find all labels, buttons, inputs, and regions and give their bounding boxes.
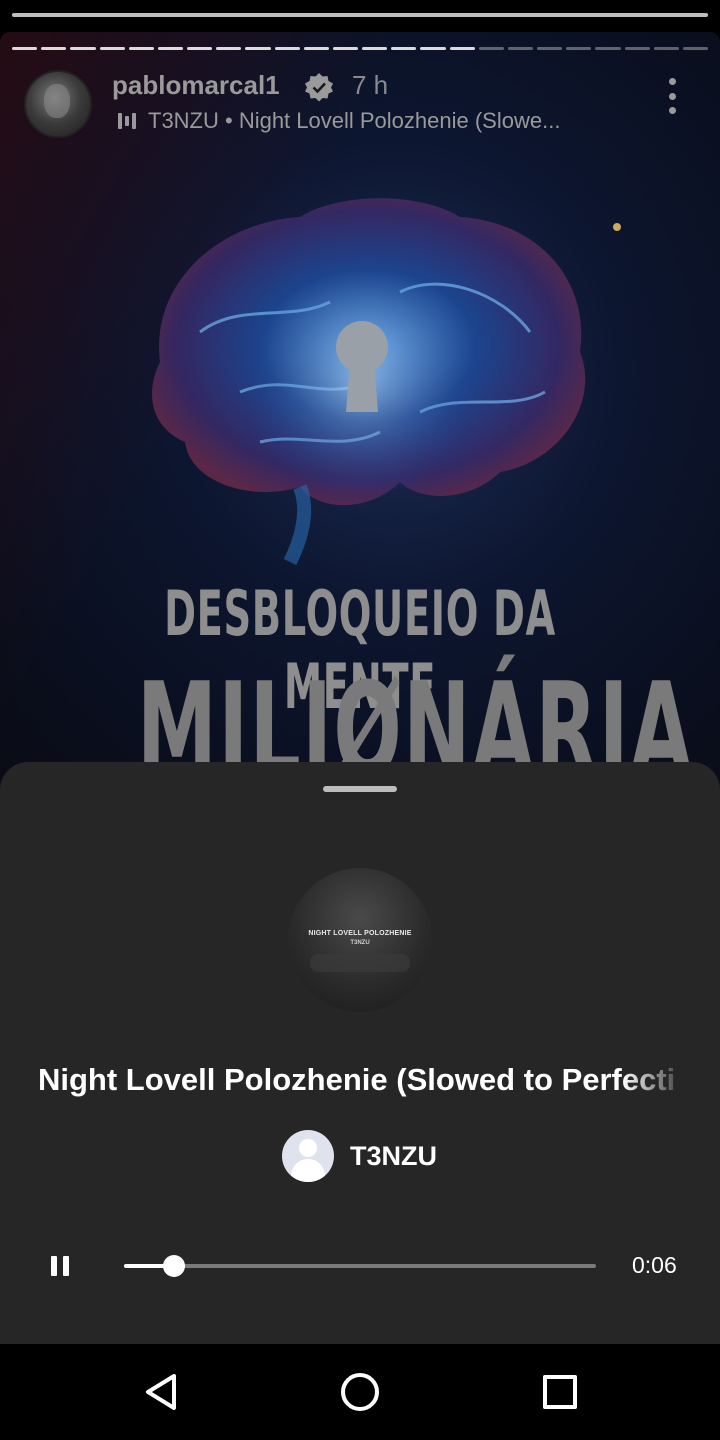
home-icon[interactable] [341, 1373, 379, 1411]
music-bottom-sheet: NIGHT LOVELL POLOZHENIE T3NZU Night Love… [0, 762, 720, 1344]
back-icon[interactable] [142, 1372, 182, 1412]
artist-avatar-icon [282, 1130, 334, 1182]
story-segment [537, 47, 563, 50]
artist-row[interactable]: T3NZU [282, 1130, 437, 1182]
track-title: Night Lovell Polozhenie (Slowed to Perfe… [38, 1062, 676, 1097]
story-segment [653, 47, 679, 50]
album-cover: NIGHT LOVELL POLOZHENIE T3NZU [288, 868, 432, 1012]
profile-avatar[interactable] [24, 70, 92, 138]
story-segment [157, 47, 184, 50]
story-segment [41, 47, 67, 50]
progress-thumb[interactable] [162, 1255, 185, 1277]
username[interactable]: pablomarcal1 [112, 70, 280, 101]
verified-icon [305, 73, 333, 102]
story-segment [128, 47, 154, 50]
story-time: 7 h [352, 70, 389, 100]
more-options-icon[interactable] [662, 78, 682, 114]
story-segment [449, 47, 475, 50]
story-segment [332, 47, 359, 50]
top-progress-line [12, 13, 708, 17]
story-segments [12, 47, 709, 50]
story-segment [12, 47, 38, 50]
story-segment [624, 47, 650, 50]
progress-slider[interactable] [124, 1255, 596, 1277]
story-segment [391, 47, 417, 50]
elapsed-time: 0:06 [632, 1252, 677, 1278]
story-segment [303, 47, 329, 50]
cover-title-text: NIGHT LOVELL POLOZHENIE [308, 930, 412, 937]
story-segment [362, 47, 388, 50]
story-segment [245, 47, 271, 50]
story-segment [187, 47, 213, 50]
story-segment [682, 47, 709, 50]
story-segment [70, 47, 96, 50]
story-segment [566, 47, 592, 50]
story-segment [478, 47, 504, 50]
system-nav-bar [0, 1344, 720, 1440]
story-segment [507, 47, 534, 50]
story-segment [99, 47, 125, 50]
playback-controls: 0:06 [0, 1240, 720, 1292]
recents-icon[interactable] [543, 1375, 577, 1409]
story-segment [216, 47, 242, 50]
story-segment [595, 47, 621, 50]
cover-artist-text: T3NZU [350, 940, 370, 946]
story-segment [274, 47, 300, 50]
sheet-drag-handle[interactable] [323, 786, 397, 792]
story-segment [420, 47, 446, 50]
artist-name: T3NZU [350, 1140, 437, 1171]
music-bars-icon [118, 111, 138, 131]
music-attribution-text: T3NZU • Night Lovell Polozhenie (Slowe..… [148, 108, 561, 133]
story-music-attribution[interactable]: T3NZU • Night Lovell Polozhenie (Slowe..… [118, 108, 618, 134]
story-header: pablomarcal1 7 h T3NZU • Night Lovell Po… [24, 70, 696, 138]
story-view[interactable]: pablomarcal1 7 h T3NZU • Night Lovell Po… [0, 32, 720, 792]
pause-icon[interactable] [44, 1250, 76, 1282]
